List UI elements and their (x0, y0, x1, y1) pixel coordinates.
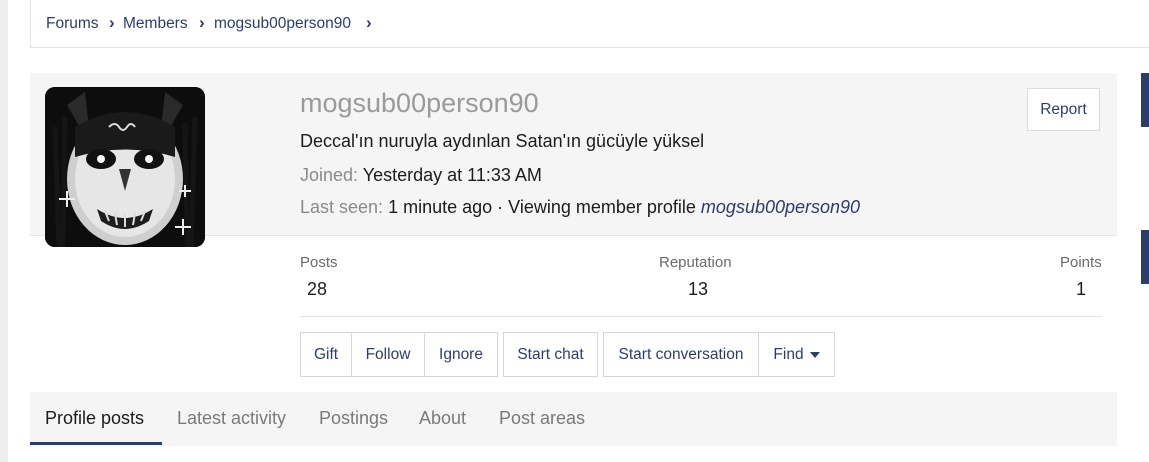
caret-down-icon (809, 351, 820, 358)
page-edge (0, 0, 8, 462)
find-label: Find (773, 345, 804, 363)
side-accent-bottom (1141, 230, 1149, 284)
tab-postings[interactable]: Postings (319, 408, 388, 429)
last-seen-line: Last seen: 1 minute ago · Viewing member… (300, 197, 860, 218)
last-seen-value: 1 minute ago · Viewing member profile (388, 197, 696, 217)
stat-reputation-value[interactable]: 13 (688, 279, 708, 300)
tab-latest-activity[interactable]: Latest activity (177, 408, 286, 429)
tab-post-areas[interactable]: Post areas (499, 408, 585, 429)
start-chat-button[interactable]: Start chat (503, 332, 598, 377)
tab-profile-posts[interactable]: Profile posts (45, 408, 144, 429)
ignore-button[interactable]: Ignore (424, 332, 498, 377)
breadcrumb-username[interactable]: mogsub00person90 (214, 15, 351, 33)
breadcrumb-members[interactable]: Members (123, 15, 188, 33)
joined-label: Joined: (300, 165, 359, 185)
chevron-right-icon: › (109, 13, 115, 32)
joined-line: Joined: Yesterday at 11:33 AM (300, 165, 542, 186)
breadcrumb (30, 0, 1149, 48)
avatar-image (45, 87, 205, 247)
active-tab-indicator (30, 442, 162, 445)
chevron-right-icon: › (199, 13, 205, 32)
gift-button[interactable]: Gift (300, 332, 352, 377)
last-seen-label: Last seen: (300, 197, 384, 217)
find-menu-button[interactable]: Find (758, 332, 835, 377)
avatar[interactable] (45, 87, 205, 247)
chevron-right-icon: › (366, 13, 372, 32)
follow-button[interactable]: Follow (351, 332, 425, 377)
last-seen-profile-link[interactable]: mogsub00person90 (701, 197, 860, 217)
stat-points-label: Points (1060, 254, 1102, 271)
profile-username: mogsub00person90 (300, 88, 539, 118)
member-actions-group: Gift Follow Ignore (300, 332, 498, 377)
profile-custom-title: Deccal'ın nuruyla aydınlan Satan'ın gücü… (300, 131, 705, 151)
report-button[interactable]: Report (1027, 88, 1100, 131)
stat-reputation-label: Reputation (659, 254, 732, 271)
stat-posts-label: Posts (300, 254, 338, 271)
stats-divider (300, 316, 1102, 317)
joined-value: Yesterday at 11:33 AM (362, 165, 542, 185)
tab-about[interactable]: About (419, 408, 466, 429)
breadcrumb-forums[interactable]: Forums (46, 15, 99, 33)
start-chat-group: Start chat (503, 332, 598, 377)
start-conversation-button[interactable]: Start conversation (603, 332, 759, 377)
stat-points-value[interactable]: 1 (1076, 279, 1086, 300)
side-accent-top (1141, 73, 1149, 127)
stat-posts-value[interactable]: 28 (307, 279, 327, 300)
conversation-group: Start conversation Find (603, 332, 835, 377)
